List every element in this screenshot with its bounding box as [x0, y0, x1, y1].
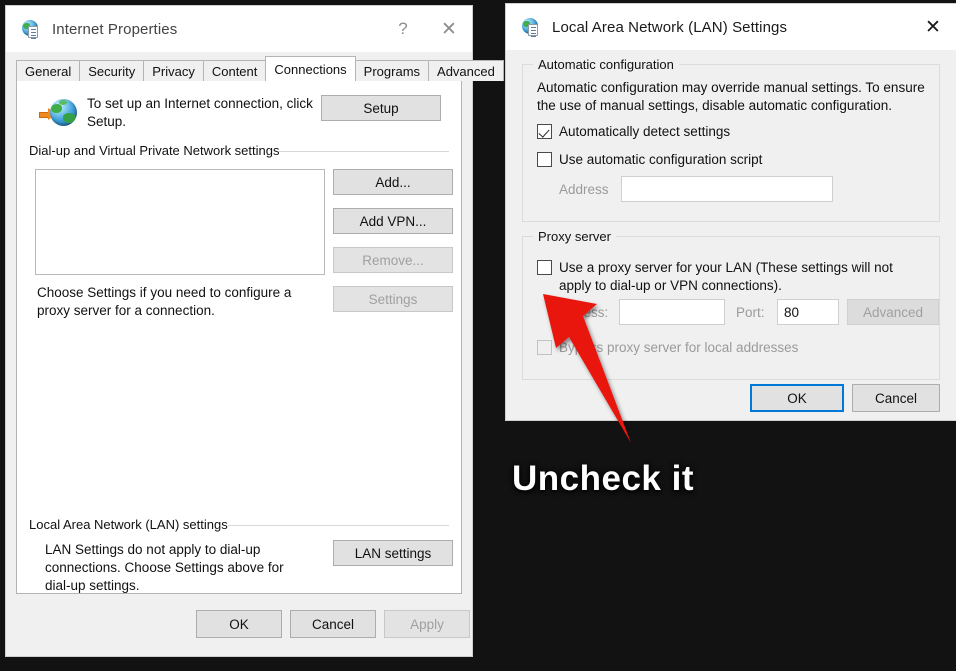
bypass-proxy-row[interactable]: Bypass proxy server for local addresses [537, 339, 798, 356]
proxy-port-label: Port: [736, 305, 765, 320]
proxy-port-input[interactable]: 80 [777, 299, 839, 325]
internet-connection-icon [39, 99, 77, 129]
auto-config-address-input[interactable] [621, 176, 833, 202]
automatic-configuration-description: Automatic configuration may override man… [537, 80, 925, 113]
setup-description: To set up an Internet connection, click … [87, 96, 313, 129]
remove-button: Remove... [333, 247, 453, 273]
help-button[interactable]: ? [380, 6, 426, 52]
use-proxy-server-row[interactable]: Use a proxy server for your LAN (These s… [537, 259, 927, 295]
lan-settings-window: Local Area Network (LAN) Settings ✕ Auto… [506, 4, 956, 420]
auto-detect-settings-checkbox[interactable] [537, 124, 552, 139]
internet-properties-body: General Security Privacy Content Connect… [6, 52, 504, 656]
settings-button: Settings [333, 286, 453, 312]
auto-config-address-label: Address [559, 182, 609, 197]
auto-detect-settings-row[interactable]: Automatically detect settings [537, 123, 730, 140]
proxy-server-label: Proxy server [533, 229, 616, 244]
connections-tab-page: To set up an Internet connection, click … [16, 80, 462, 594]
advanced-button: Advanced [847, 299, 939, 325]
bypass-proxy-checkbox[interactable] [537, 340, 552, 355]
use-proxy-server-checkbox[interactable] [537, 260, 552, 275]
setup-button[interactable]: Setup [321, 95, 441, 121]
lan-group-header: Local Area Network (LAN) settings [29, 517, 449, 532]
ok-button[interactable]: OK [196, 610, 282, 638]
tab-general[interactable]: General [16, 60, 81, 81]
titlebar-buttons: ✕ [910, 4, 956, 50]
tab-security[interactable]: Security [79, 60, 145, 81]
group-divider [279, 151, 449, 152]
dialup-group-header: Dial-up and Virtual Private Network sett… [29, 143, 449, 158]
proxy-address-label: Address: [555, 305, 609, 320]
use-config-script-checkbox[interactable] [537, 152, 552, 167]
page-title: Local Area Network (LAN) Settings [552, 18, 788, 36]
lan-cancel-button[interactable]: Cancel [852, 384, 940, 412]
use-config-script-row[interactable]: Use automatic configuration script [537, 151, 762, 168]
apply-button: Apply [384, 610, 470, 638]
globe-page-icon [520, 17, 540, 37]
titlebar-buttons: ? ✕ [380, 6, 472, 52]
tab-connections[interactable]: Connections [265, 56, 356, 81]
bypass-proxy-label: Bypass proxy server for local addresses [559, 340, 799, 355]
dialup-note: Choose Settings if you need to configure… [37, 285, 292, 318]
lan-ok-button[interactable]: OK [750, 384, 844, 412]
setup-row: To set up an Internet connection, click … [29, 93, 449, 141]
dialup-group-label: Dial-up and Virtual Private Network sett… [29, 143, 286, 158]
tab-advanced[interactable]: Advanced [428, 60, 504, 81]
tab-content[interactable]: Content [202, 60, 267, 81]
dialog-footer: OK Cancel Apply [6, 594, 472, 656]
internet-properties-titlebar: Internet Properties ? ✕ [6, 6, 472, 52]
internet-properties-window: Internet Properties ? ✕ General Security… [6, 6, 504, 656]
tab-strip: General Security Privacy Content Connect… [16, 56, 504, 81]
lan-settings-button[interactable]: LAN settings [333, 540, 453, 566]
globe-page-icon [20, 19, 40, 39]
add-button[interactable]: Add... [333, 169, 453, 195]
group-divider [228, 525, 449, 526]
add-vpn-button[interactable]: Add VPN... [333, 208, 453, 234]
proxy-address-input[interactable] [619, 299, 725, 325]
proxy-server-group: Proxy server Use a proxy server for your… [522, 229, 940, 380]
lan-group-label: Local Area Network (LAN) settings [29, 517, 234, 532]
tab-programs[interactable]: Programs [354, 60, 430, 81]
uncheck-it-callout: Uncheck it [512, 459, 694, 498]
auto-detect-settings-label: Automatically detect settings [559, 124, 731, 139]
page-title: Internet Properties [52, 20, 178, 38]
cancel-button[interactable]: Cancel [290, 610, 376, 638]
use-config-script-label: Use automatic configuration script [559, 152, 763, 167]
lan-settings-titlebar: Local Area Network (LAN) Settings ✕ [506, 4, 956, 50]
use-proxy-server-label: Use a proxy server for your LAN (These s… [559, 260, 893, 293]
dialup-connections-listbox[interactable] [35, 169, 325, 275]
automatic-configuration-label: Automatic configuration [533, 57, 679, 72]
close-icon[interactable]: ✕ [426, 6, 472, 52]
automatic-configuration-group: Automatic configuration Automatic config… [522, 57, 940, 222]
lan-note: LAN Settings do not apply to dial-up con… [45, 542, 284, 593]
lan-settings-body: Automatic configuration Automatic config… [506, 50, 956, 420]
close-icon[interactable]: ✕ [910, 4, 956, 50]
tab-privacy[interactable]: Privacy [143, 60, 204, 81]
